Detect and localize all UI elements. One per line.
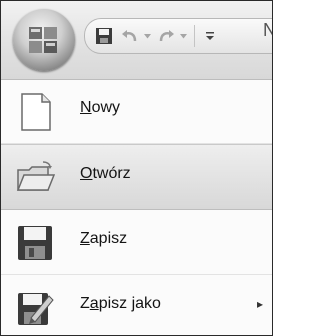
menu-item-save-as[interactable]: Zapisz jako ▸: [1, 275, 272, 335]
submenu-arrow-icon: ▸: [257, 297, 264, 311]
undo-icon: [122, 30, 137, 42]
redo-icon: [159, 30, 174, 42]
qat-separator: [193, 19, 196, 53]
save-as-icon: [18, 293, 54, 325]
quick-access-toolbar: [84, 18, 272, 54]
menu-item-label: Zapisz jako: [80, 295, 161, 312]
menu-item-open[interactable]: Otwórz: [1, 144, 272, 210]
title-bar: N: [1, 1, 272, 80]
qat-undo-button[interactable]: [119, 19, 141, 53]
office-menu-window: N Nowy Otwórz Z: [0, 0, 273, 336]
new-document-icon: [21, 93, 51, 131]
menu-item-label: Nowy: [80, 99, 121, 116]
save-icon: [96, 28, 112, 44]
qat-redo-dropdown[interactable]: [176, 19, 190, 53]
office-menu: Nowy Otwórz Zapisz Zapisz jako ▸: [1, 79, 272, 335]
menu-item-label: Otwórz: [80, 165, 131, 182]
qat-customize-button[interactable]: [199, 19, 221, 53]
customize-dropdown-icon: [206, 32, 214, 40]
qat-save-button[interactable]: [91, 19, 117, 53]
menu-item-label: Zapisz: [80, 230, 128, 247]
save-disk-icon: [18, 226, 52, 260]
chevron-down-icon: [179, 33, 187, 38]
chevron-down-icon: [143, 33, 151, 38]
open-folder-icon: [16, 161, 55, 191]
qat-redo-button[interactable]: [155, 19, 177, 53]
qat-truncated-label: N: [263, 20, 272, 41]
office-button[interactable]: [13, 9, 75, 71]
qat-undo-dropdown[interactable]: [140, 19, 154, 53]
menu-item-save[interactable]: Zapisz: [1, 210, 272, 275]
office-logo-icon: [29, 27, 57, 53]
menu-item-new[interactable]: Nowy: [1, 79, 272, 144]
